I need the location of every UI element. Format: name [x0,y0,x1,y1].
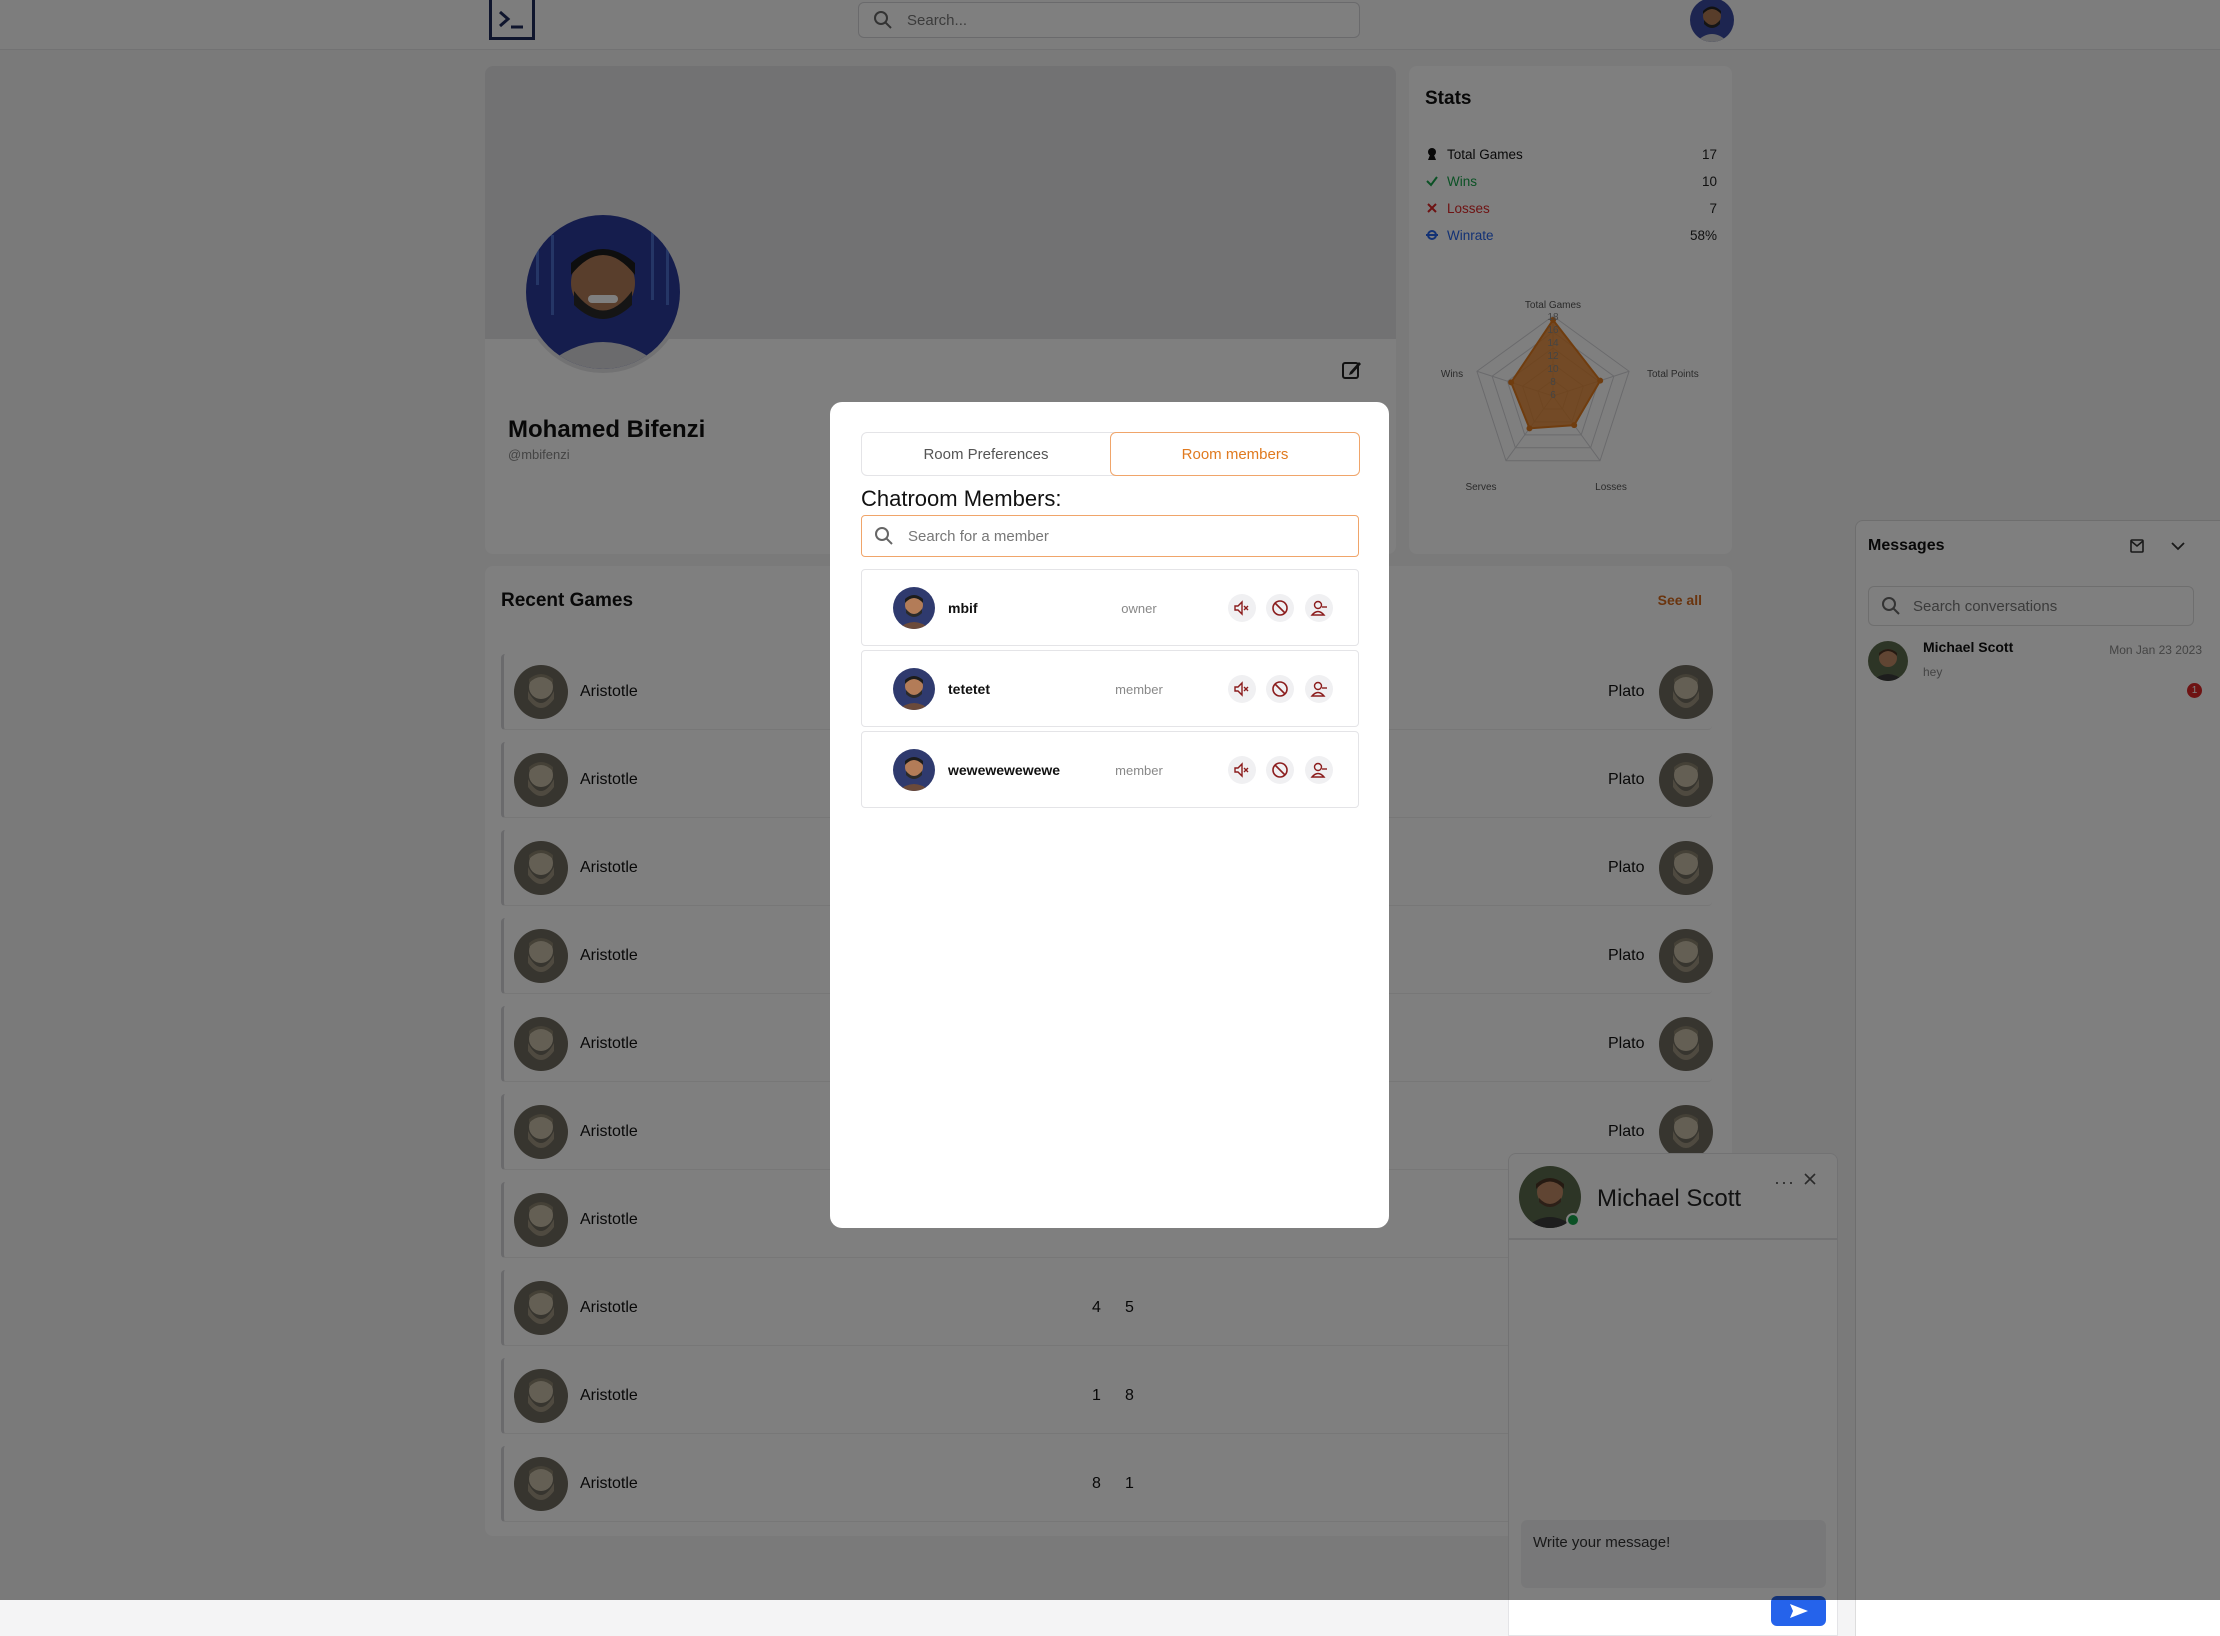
chatroom-members-heading: Chatroom Members: [861,486,1062,511]
ban-icon[interactable] [1266,675,1294,703]
member-name: wewewewewewe [948,762,1061,778]
member-avatar [893,587,935,629]
tab-room-members[interactable]: Room members [1110,432,1360,476]
mute-icon[interactable] [1228,756,1256,784]
member-search-placeholder: Search for a member [908,527,1049,545]
member-row: tetetet member [861,650,1359,727]
member-role: member [1115,763,1163,778]
kick-user-icon[interactable] [1305,594,1333,622]
kick-user-icon[interactable] [1305,756,1333,784]
member-search-input[interactable]: Search for a member [861,515,1359,557]
modal-tabs: Room Preferences Room members [861,432,1360,476]
mute-icon[interactable] [1228,675,1256,703]
member-name: tetetet [948,681,991,697]
member-role: owner [1121,601,1157,616]
ban-icon[interactable] [1266,756,1294,784]
member-avatar [893,749,935,791]
member-name: mbif [948,600,978,616]
ban-icon[interactable] [1266,594,1294,622]
member-row: mbif owner [861,569,1359,646]
member-avatar [893,668,935,710]
member-role: member [1115,682,1163,697]
tab-room-preferences[interactable]: Room Preferences [862,432,1110,476]
search-icon [875,527,893,545]
send-button[interactable] [1771,1596,1826,1626]
member-row: wewewewewewe member [861,731,1359,808]
send-icon [1789,1604,1808,1618]
room-settings-modal: Room Preferences Room members Chatroom M… [830,402,1389,1228]
kick-user-icon[interactable] [1305,675,1333,703]
mute-icon[interactable] [1228,594,1256,622]
